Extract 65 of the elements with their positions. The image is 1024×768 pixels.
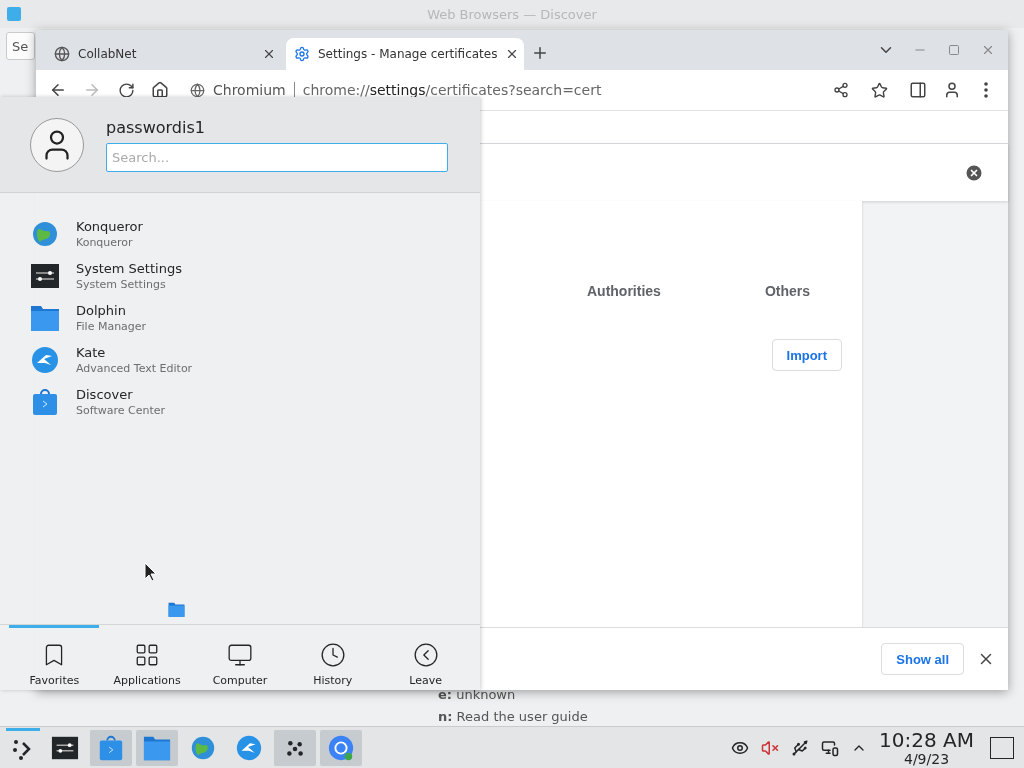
app-description: Advanced Text Editor (76, 361, 193, 376)
globe-icon (30, 219, 60, 249)
folder-icon (30, 303, 60, 333)
sliders-icon (30, 261, 60, 291)
leave-icon (412, 642, 439, 668)
user-name: passwordis1 (106, 117, 206, 137)
plus-icon (531, 44, 549, 62)
menu-tab[interactable]: History (287, 625, 378, 690)
clock-icon (319, 642, 346, 668)
url-text: chrome://settings/certificates?search=cert (302, 82, 602, 98)
app-name[interactable]: Dolphin (76, 302, 147, 319)
globe-icon (190, 82, 205, 98)
close-icon (981, 43, 995, 57)
mouse-pointer-icon (144, 562, 157, 582)
tab-title: Settings - Manage certificates (318, 47, 498, 61)
browser-tab[interactable]: Settings - Manage certificates (286, 38, 524, 70)
bird-icon (30, 345, 60, 375)
browser-tab[interactable]: CollabNet (46, 38, 284, 70)
search-field[interactable]: Search... (106, 142, 448, 172)
task-button[interactable] (274, 729, 316, 766)
app-description: Software Center (76, 403, 165, 418)
search-field[interactable]: Se (6, 32, 35, 60)
star-icon[interactable] (871, 81, 888, 99)
detail-text: n: Read the user guide (438, 708, 588, 726)
person-icon (943, 81, 961, 99)
menu-tab[interactable]: Applications (102, 625, 193, 690)
browser-icon (327, 733, 355, 762)
clock-date: 4/9/23 (904, 750, 950, 767)
gear-icon (294, 46, 310, 62)
globe-icon (54, 46, 70, 62)
app-description: File Manager (76, 319, 147, 334)
clock[interactable]: 10:28 AM 4/9/23 (879, 728, 974, 767)
back-icon (49, 81, 67, 99)
reload-icon (117, 81, 135, 99)
muted-speaker-icon[interactable] (761, 738, 780, 757)
app-description: Konqueror (76, 235, 134, 250)
show-all-button[interactable]: Show all (881, 643, 964, 675)
forward-icon (83, 81, 101, 99)
menu-tab[interactable]: Computer (195, 625, 285, 690)
app-name[interactable]: Discover (76, 386, 165, 403)
clock-time: 10:28 AM (879, 728, 974, 751)
shopping-bag-icon (97, 733, 125, 762)
monitor-icon (227, 642, 253, 668)
home-icon (151, 81, 169, 99)
bird-icon (235, 733, 263, 762)
side-panel-icon (909, 81, 927, 99)
tab-title: CollabNet (78, 47, 138, 61)
app-icon (7, 7, 21, 21)
show-desktop-button[interactable] (990, 736, 1014, 759)
certificate-tab[interactable]: Others (764, 281, 810, 303)
menu-tab[interactable]: Favorites (9, 625, 100, 690)
certificate-tab[interactable]: Authorities (587, 281, 661, 303)
usb-icon[interactable] (791, 738, 810, 757)
app-name[interactable]: Kate (76, 344, 193, 361)
shopping-bag-icon (30, 387, 60, 417)
maximize-icon (948, 44, 960, 56)
app-description: System Settings (76, 277, 167, 292)
import-button[interactable]: Import (771, 339, 842, 371)
menu-icon (984, 82, 988, 98)
app-name[interactable]: Konqueror (76, 218, 143, 235)
close-icon[interactable] (262, 47, 276, 61)
network-icon[interactable] (821, 738, 840, 757)
share-icon[interactable] (833, 82, 849, 98)
app-name[interactable]: System Settings (76, 260, 182, 277)
clear-search-icon[interactable] (964, 162, 984, 183)
